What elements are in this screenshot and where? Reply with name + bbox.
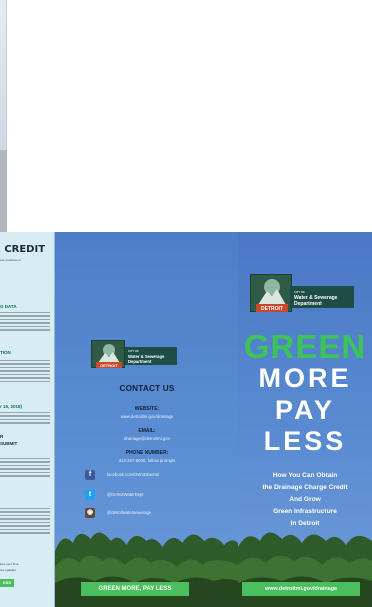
detroit-emblem-icon: DETROIT [250,274,292,312]
twitter-handle: @DetroitWaterDept [107,492,144,497]
cover-subtitle-line: Green Infrastructure [273,508,337,515]
phone-label: PHONE NUMBER: [125,450,169,456]
emblem-label: DETROIT [261,306,283,312]
left-panel-subtitle: ese practices or [0,258,22,262]
brochure-contact-panel: DETROIT CITY OF Water & Sewerage Departm… [54,232,238,607]
left-section-heading: R [0,434,4,439]
left-panel-title: E CREDIT [0,244,46,255]
hero-word-pay: PAY [274,395,336,425]
logo-small-text: CITY OF [128,349,139,353]
drainage-url-banner: www.detroitmi.gov/drainage [242,582,360,596]
dwsd-logo: DETROIT CITY OF Water & Sewerage Departm… [91,340,177,368]
left-section-text [0,458,50,479]
previous-page-shadow [0,150,7,232]
twitter-icon: t [85,490,95,500]
logo-org-band: CITY OF Water & Sewerage Department [125,347,177,365]
social-row-facebook: f facebook.com/DWSDDetroit [85,470,225,480]
left-section-text [0,312,50,333]
detroit-emblem-icon: DETROIT [91,340,125,368]
left-section-text [0,508,50,536]
left-section-heading: r 15, 2018) [0,404,23,409]
brochure-image: E CREDIT ese practices or G DATA TION r … [0,232,372,607]
contact-title: CONTACT US [119,384,175,393]
instagram-handle: @detroitwatersewerage [107,510,152,515]
social-row-twitter: t @DetroitWaterDept [85,490,225,500]
website-label: WEBSITE: [134,406,160,412]
website-value: www.detroitmi.gov/drainage [120,414,174,419]
instagram-icon: ◉ [85,508,95,518]
cover-subtitle-line: the Drainage Charge Credit [262,484,348,491]
left-section-heading: TION [0,350,11,355]
logo-org-band: CITY OF Water & Sewerage Department [290,286,354,308]
left-section-heading: SUBMIT [0,441,18,446]
blank-page-area [0,0,372,232]
logo-org-line2: Department [294,301,322,307]
phone-value: 313-267-8000, follow prompts [118,458,176,463]
brochure-left-panel: E CREDIT ese practices or G DATA TION r … [0,232,54,607]
left-section-heading: G DATA [0,304,17,309]
left-section-text [0,412,50,426]
facebook-handle: facebook.com/DWSDDetroit [107,472,160,477]
dwsd-logo: DETROIT CITY OF Water & Sewerage Departm… [250,274,354,312]
left-footer-line: ices over time. [0,562,20,566]
left-footer-line: ree updates. [0,568,17,572]
social-row-instagram: ◉ @detroitwatersewerage [85,508,225,518]
facebook-icon: f [85,470,95,480]
green-more-pay-less-banner: GREEN MORE, PAY LESS [81,582,189,596]
left-panel-button: ESS [0,579,14,587]
left-section-text [0,360,50,384]
hero-word-green: GREEN [243,328,367,365]
cover-subtitle-line: And Grow [289,496,321,503]
hero-word-less: LESS [263,426,347,456]
logo-small-text: CITY OF [294,290,305,294]
email-value: drainage@detroitmi.gov [124,436,170,441]
brochure-cover-panel: DETROIT CITY OF Water & Sewerage Departm… [238,232,372,607]
email-label: EMAIL: [138,428,156,434]
logo-org-line2: Department [128,359,152,364]
hero-word-more: MORE [258,363,352,393]
cover-subtitle-line: How You Can Obtain [272,472,338,479]
emblem-label: DETROIT [100,363,118,368]
